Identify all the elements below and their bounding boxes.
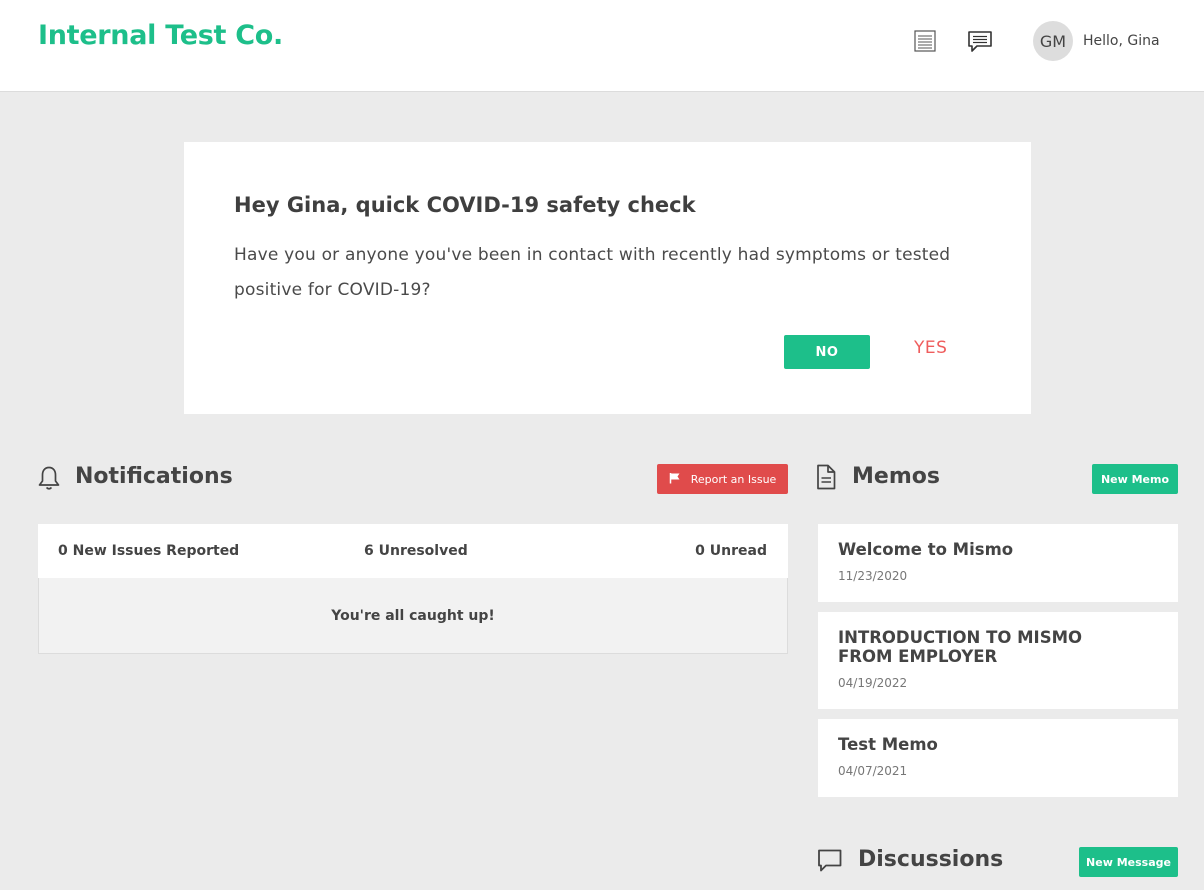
notification-stats: 0 New Issues Reported 6 Unresolved 0 Unr… bbox=[38, 524, 788, 578]
memo-title: INTRODUCTION TO MISMO FROM EMPLOYER bbox=[838, 628, 1083, 666]
new-issues-count[interactable]: 0 New Issues Reported bbox=[58, 543, 239, 559]
memo-date: 04/07/2021 bbox=[838, 764, 908, 778]
yes-button[interactable]: YES bbox=[914, 338, 947, 358]
safety-check-question: Have you or anyone you've been in contac… bbox=[234, 245, 951, 300]
memos-title: Memos bbox=[852, 464, 940, 489]
memo-card[interactable]: INTRODUCTION TO MISMO FROM EMPLOYER 04/1… bbox=[818, 612, 1178, 709]
memo-card[interactable]: Test Memo 04/07/2021 bbox=[818, 719, 1178, 797]
top-header: Internal Test Co. GM Hello, Gina bbox=[0, 0, 1204, 92]
user-greeting[interactable]: Hello, Gina bbox=[1083, 33, 1160, 49]
report-issue-button[interactable]: Report an Issue bbox=[657, 464, 788, 494]
memo-date: 11/23/2020 bbox=[838, 569, 908, 583]
flag-icon bbox=[669, 472, 681, 487]
safety-check-title: Hey Gina, quick COVID-19 safety check bbox=[234, 193, 696, 217]
memo-list-icon[interactable] bbox=[912, 28, 938, 54]
no-button[interactable]: NO bbox=[784, 335, 870, 369]
document-icon bbox=[815, 464, 837, 494]
safety-check-card: Hey Gina, quick COVID-19 safety check Ha… bbox=[184, 142, 1031, 414]
empty-notifications-message: You're all caught up! bbox=[38, 578, 788, 654]
report-issue-label: Report an Issue bbox=[690, 472, 777, 486]
notifications-title: Notifications bbox=[75, 464, 233, 489]
new-memo-button[interactable]: New Memo bbox=[1092, 464, 1178, 494]
new-message-button[interactable]: New Message bbox=[1079, 847, 1178, 877]
memo-date: 04/19/2022 bbox=[838, 676, 908, 690]
memo-title: Test Memo bbox=[838, 735, 938, 754]
avatar[interactable]: GM bbox=[1033, 21, 1073, 61]
memo-card[interactable]: Welcome to Mismo 11/23/2020 bbox=[818, 524, 1178, 602]
bell-icon bbox=[37, 465, 61, 495]
unresolved-count[interactable]: 6 Unresolved bbox=[364, 543, 468, 559]
unread-count[interactable]: 0 Unread bbox=[695, 543, 767, 559]
chat-bubble-icon bbox=[817, 848, 843, 878]
discussions-title: Discussions bbox=[858, 847, 1004, 872]
brand-logo[interactable]: Internal Test Co. bbox=[38, 20, 283, 51]
message-icon[interactable] bbox=[967, 28, 993, 54]
memo-title: Welcome to Mismo bbox=[838, 540, 1014, 559]
